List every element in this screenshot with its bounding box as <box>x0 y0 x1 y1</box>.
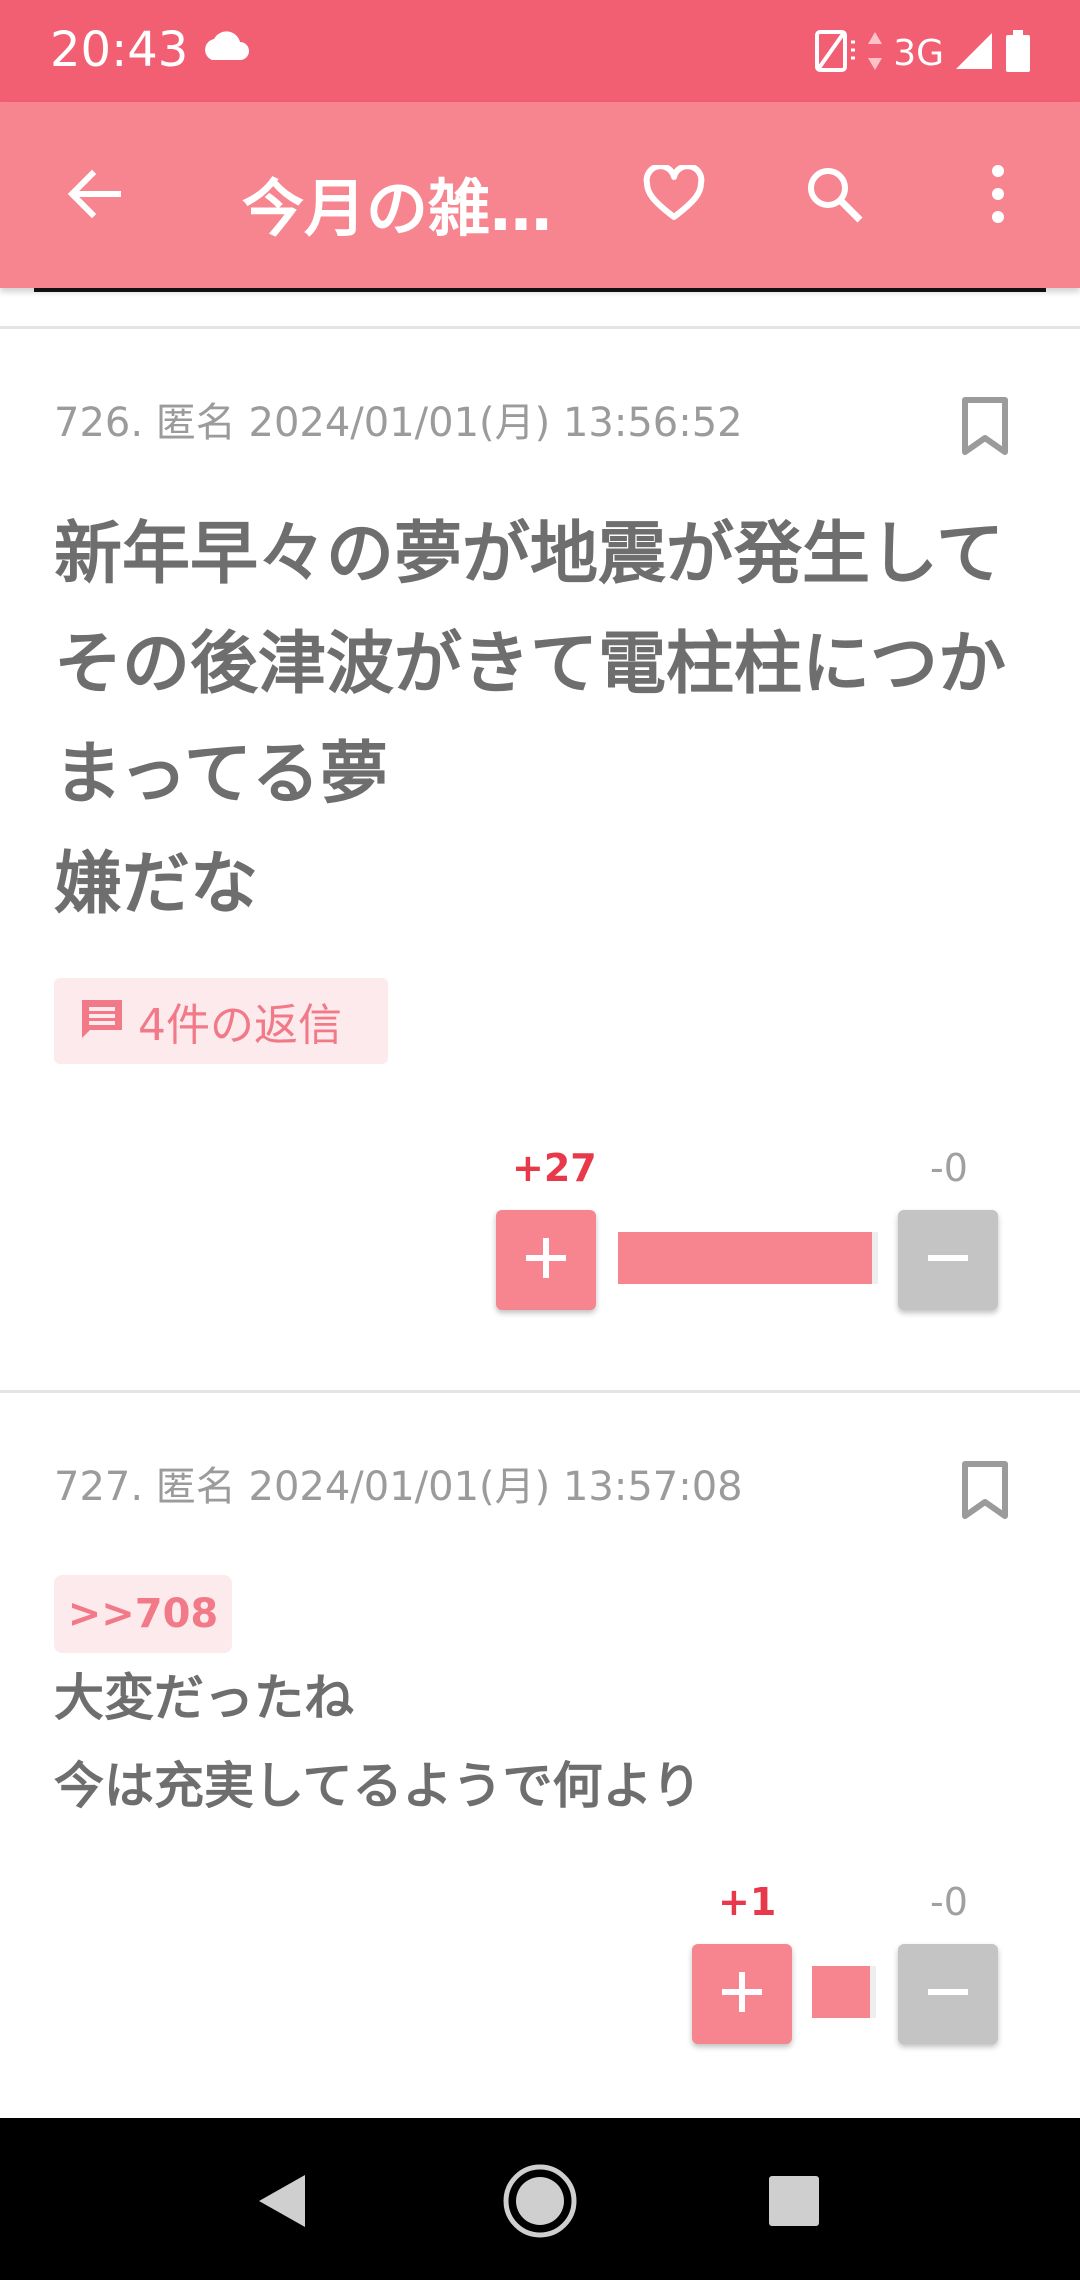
image-edge <box>34 288 1046 292</box>
divider <box>0 326 1080 329</box>
bookmark-icon <box>960 1461 1010 1526</box>
bookmark-icon <box>960 397 1010 462</box>
triangle-back-icon <box>253 2171 309 2235</box>
back-button[interactable] <box>50 152 138 240</box>
replies-label: 4件の返信 <box>138 1000 342 1051</box>
network-type: 3G <box>893 32 944 74</box>
minus-score: -0 <box>930 1146 968 1190</box>
vote-plus-button[interactable] <box>692 1944 792 2044</box>
vote-ratio-fill <box>618 1232 872 1284</box>
post-meta: 726. 匿名 2024/01/01(月) 13:56:52 <box>54 400 743 446</box>
heart-icon <box>643 163 705 227</box>
battery-icon <box>1004 29 1032 77</box>
page-title: 今月の雑… <box>242 172 553 238</box>
vote-ratio-bar <box>618 1232 878 1284</box>
post-body: 大変だったね 今は充実してるようで何より <box>54 1654 1034 1830</box>
square-recents-icon <box>767 2174 821 2232</box>
nav-recents-button[interactable] <box>749 2158 839 2248</box>
vibrate-icon <box>811 28 857 78</box>
bookmark-button[interactable] <box>960 1460 1010 1522</box>
replies-button[interactable]: 4件の返信 <box>54 978 388 1064</box>
arrow-left-icon <box>64 164 124 228</box>
vote-minus-button[interactable] <box>898 1944 998 2044</box>
divider <box>0 1390 1080 1393</box>
plus-score: +1 <box>718 1880 777 1924</box>
vote-ratio-bar <box>812 1966 876 2018</box>
data-arrows-icon <box>867 30 883 76</box>
search-button[interactable] <box>790 152 878 240</box>
favorite-button[interactable] <box>630 152 718 240</box>
minus-icon <box>926 1236 970 1284</box>
more-vert-icon <box>988 163 1008 229</box>
plus-score: +27 <box>512 1146 597 1190</box>
minus-icon <box>926 1970 970 2018</box>
home-circle-icon <box>500 2161 580 2245</box>
vote-minus-button[interactable] <box>898 1210 998 1310</box>
vote-plus-button[interactable] <box>496 1210 596 1310</box>
plus-icon <box>720 1970 764 2018</box>
nav-back-button[interactable] <box>236 2158 326 2248</box>
bookmark-button[interactable] <box>960 396 1010 458</box>
post-body-line: 大変だったね <box>54 1669 354 1727</box>
cloud-icon <box>198 30 250 66</box>
post-body: 新年早々の夢が地震が発生して その後津波がきて電柱柱につか まってる夢 嫌だな <box>54 500 1034 940</box>
system-nav-bar <box>0 2118 1080 2280</box>
plus-icon <box>524 1236 568 1284</box>
post-body-line: その後津波がきて電柱柱につか <box>54 625 1007 704</box>
search-icon <box>803 163 865 229</box>
post-body-line: 新年早々の夢が地震が発生して <box>54 515 1004 594</box>
post-body-line: 嫌だな <box>54 845 259 924</box>
more-options-button[interactable] <box>954 152 1042 240</box>
reply-anchor-link[interactable]: >>708 <box>54 1575 232 1653</box>
status-bar: 20:43 3G <box>0 0 1080 102</box>
status-time: 20:43 <box>50 22 189 78</box>
minus-score: -0 <box>930 1880 968 1924</box>
comment-icon <box>78 996 126 1046</box>
app-bar: 今月の雑… <box>0 102 1080 288</box>
signal-icon <box>954 31 994 75</box>
post-meta: 727. 匿名 2024/01/01(月) 13:57:08 <box>54 1464 743 1510</box>
nav-home-button[interactable] <box>495 2158 585 2248</box>
post-body-line: まってる夢 <box>54 735 388 814</box>
vote-ratio-fill <box>812 1966 870 2018</box>
post-body-line: 今は充実してるようで何より <box>54 1757 702 1815</box>
